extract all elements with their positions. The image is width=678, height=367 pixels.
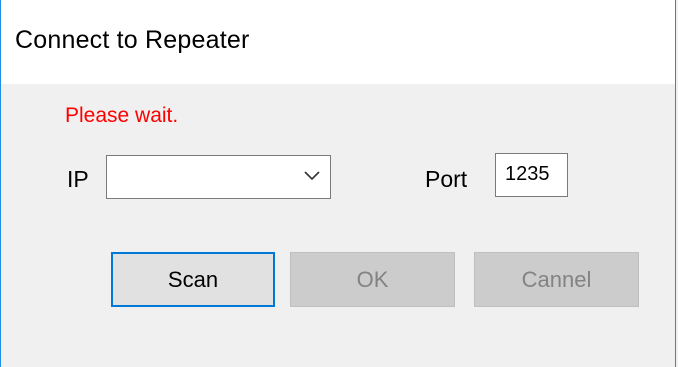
window-title: Connect to Repeater — [15, 26, 250, 54]
chevron-down-icon[interactable] — [303, 170, 321, 182]
port-label: Port — [425, 166, 468, 192]
scan-button[interactable]: Scan — [111, 252, 275, 307]
port-input[interactable]: 1235 — [495, 153, 568, 197]
ok-button[interactable]: OK — [290, 252, 455, 307]
dialog-window: Connect to Repeater Please wait. IP Port… — [0, 0, 676, 367]
ip-combobox[interactable] — [106, 155, 331, 199]
cancel-button[interactable]: Cannel — [474, 252, 639, 307]
status-message: Please wait. — [65, 104, 179, 127]
title-bar[interactable]: Connect to Repeater — [1, 0, 675, 84]
ip-label: IP — [67, 166, 89, 192]
